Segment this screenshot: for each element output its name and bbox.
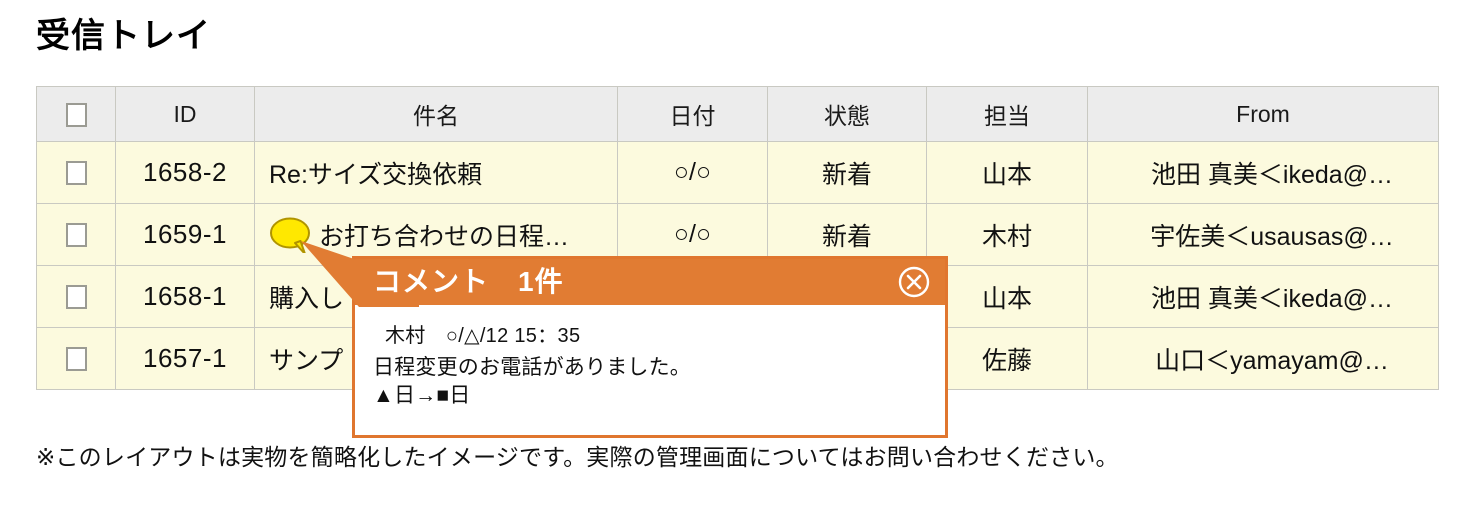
cell-id: 1658-1 bbox=[115, 265, 255, 328]
cell-id: 1658-2 bbox=[115, 141, 255, 204]
row-select-cell[interactable] bbox=[36, 203, 116, 266]
cell-id: 1659-1 bbox=[115, 203, 255, 266]
cell-date: ○/○ bbox=[617, 141, 768, 204]
cell-owner: 佐藤 bbox=[926, 327, 1088, 390]
column-header-date[interactable]: 日付 bbox=[617, 86, 768, 142]
inbox-screen: 受信トレイ ID 件名 日付 状態 担当 From 1658-2 Re:サイズ交… bbox=[0, 0, 1470, 506]
comment-popup-title: コメント 1件 bbox=[373, 266, 564, 297]
cell-subject[interactable]: Re:サイズ交換依頼 bbox=[254, 141, 618, 204]
row-checkbox-icon[interactable] bbox=[65, 347, 87, 372]
table-row[interactable]: 1658-2 Re:サイズ交換依頼 ○/○ 新着 山本 池田 真美＜ikeda@… bbox=[36, 141, 1439, 204]
comment-meta: 木村 ○/△/12 15：35 bbox=[385, 325, 581, 347]
subject-text: サンプ bbox=[269, 346, 344, 375]
cell-from: 池田 真美＜ikeda@… bbox=[1087, 265, 1439, 328]
table-header: ID 件名 日付 状態 担当 From bbox=[36, 86, 1439, 142]
row-checkbox-icon[interactable] bbox=[65, 223, 87, 248]
select-all-checkbox-icon[interactable] bbox=[65, 103, 87, 128]
cell-from: 山口＜yamayam@… bbox=[1087, 327, 1439, 390]
row-checkbox-icon[interactable] bbox=[65, 285, 87, 310]
footer-note: ※このレイアウトは実物を簡略化したイメージです。実際の管理画面についてはお問い合… bbox=[36, 444, 1119, 470]
column-header-from[interactable]: From bbox=[1087, 86, 1439, 142]
column-header-subject[interactable]: 件名 bbox=[254, 86, 618, 142]
cell-owner: 山本 bbox=[926, 141, 1088, 204]
comment-line: ▲日→■日 bbox=[373, 383, 471, 407]
page-title: 受信トレイ bbox=[36, 17, 211, 55]
comment-popup-header: コメント 1件 bbox=[355, 259, 945, 305]
row-select-cell[interactable] bbox=[36, 327, 116, 390]
cell-status: 新着 bbox=[767, 141, 927, 204]
column-header-id[interactable]: ID bbox=[115, 86, 255, 142]
column-header-status[interactable]: 状態 bbox=[767, 86, 927, 142]
comment-popup-body: 木村 ○/△/12 15：35 日程変更のお電話がありました。 ▲日→■日 bbox=[355, 305, 945, 436]
row-select-cell[interactable] bbox=[36, 141, 116, 204]
subject-text: Re:サイズ交換依頼 bbox=[269, 160, 483, 189]
cell-owner: 山本 bbox=[926, 265, 1088, 328]
comment-line: 日程変更のお電話がありました。 bbox=[373, 356, 691, 379]
row-select-cell[interactable] bbox=[36, 265, 116, 328]
column-header-select-all[interactable] bbox=[36, 86, 116, 142]
subject-text: お打ち合わせの日程… bbox=[319, 222, 570, 251]
cell-from: 宇佐美＜usausas@… bbox=[1087, 203, 1439, 266]
row-checkbox-icon[interactable] bbox=[65, 161, 87, 186]
subject-text: 購入し bbox=[269, 284, 345, 313]
cell-from: 池田 真美＜ikeda@… bbox=[1087, 141, 1439, 204]
cell-owner: 木村 bbox=[926, 203, 1088, 266]
column-header-owner[interactable]: 担当 bbox=[926, 86, 1088, 142]
cell-id: 1657-1 bbox=[115, 327, 255, 390]
close-circle-icon[interactable] bbox=[897, 265, 931, 299]
comment-popup: コメント 1件 木村 ○/△/12 15：35 日程変更のお電話がありました。 … bbox=[301, 241, 948, 439]
comment-bubble-icon[interactable] bbox=[269, 217, 313, 253]
table-header-row: ID 件名 日付 状態 担当 From bbox=[36, 86, 1439, 142]
